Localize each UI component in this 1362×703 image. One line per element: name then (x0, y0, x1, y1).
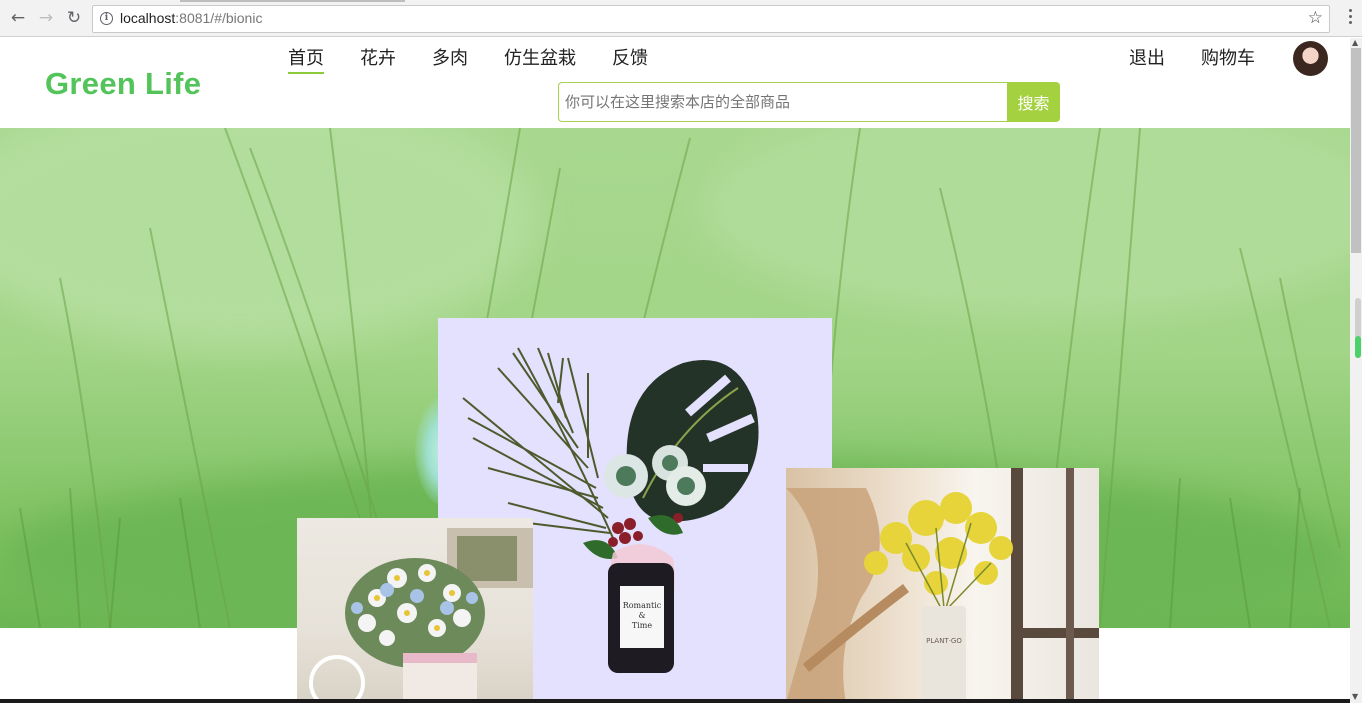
scrollbar-thumb[interactable] (1351, 48, 1361, 253)
user-nav: 退出 购物车 (1129, 44, 1291, 70)
cart-link[interactable]: 购物车 (1201, 44, 1255, 70)
nav-item-bionic-plants[interactable]: 仿生盆栽 (504, 44, 576, 74)
nav-item-feedback[interactable]: 反馈 (612, 44, 648, 74)
scroll-down-icon[interactable]: ▼ (1352, 692, 1358, 701)
info-icon[interactable]: i (100, 12, 113, 25)
site-logo[interactable]: Green Life (45, 66, 201, 102)
star-icon[interactable]: ☆ (1308, 8, 1323, 28)
avatar[interactable] (1293, 41, 1328, 76)
bottle-label-line3: Time (632, 621, 652, 630)
vase-text: PLANT·GO (926, 637, 962, 645)
main-nav: 首页 花卉 多肉 仿生盆栽 反馈 (288, 44, 684, 74)
nav-item-succulents[interactable]: 多肉 (432, 44, 468, 74)
search-input[interactable] (558, 82, 1008, 122)
bottle-label-line1: Romantic (623, 601, 662, 610)
scroll-up-icon[interactable]: ▲ (1352, 38, 1358, 47)
arrow-left-icon[interactable]: ← (8, 8, 28, 28)
logout-link[interactable]: 退出 (1129, 44, 1165, 70)
side-indicator (1355, 298, 1361, 358)
url-text[interactable]: localhost:8081/#/bionic (120, 10, 262, 26)
nav-item-flowers[interactable]: 花卉 (360, 44, 396, 74)
search-bar: 搜索 (558, 82, 1060, 122)
tab-strip-edge (180, 0, 405, 2)
arrow-right-icon[interactable]: → (36, 8, 56, 28)
product-image-yellow-flowers[interactable]: PLANT·GO (786, 468, 1099, 703)
reload-icon[interactable]: ↻ (64, 8, 84, 28)
product-image-daisies[interactable] (297, 518, 533, 703)
nav-item-home[interactable]: 首页 (288, 44, 324, 74)
page-scrollbar[interactable]: ▲ ▼ (1350, 38, 1362, 703)
url-host: localhost (120, 10, 176, 26)
taskbar-edge (0, 699, 1350, 703)
search-button[interactable]: 搜索 (1007, 82, 1060, 122)
bottle-label-line2: & (638, 611, 645, 620)
address-bar[interactable]: i localhost:8081/#/bionic ☆ (92, 5, 1330, 33)
yellow-flowers-illustration: PLANT·GO (786, 468, 1099, 703)
daisy-basket-illustration (309, 528, 533, 703)
url-path: :8081/#/bionic (175, 10, 263, 26)
browser-toolbar: ← → ↻ i localhost:8081/#/bionic ☆ (0, 0, 1362, 37)
site-header: Green Life 首页 花卉 多肉 仿生盆栽 反馈 退出 购物车 搜索 (0, 38, 1350, 128)
more-vertical-icon[interactable] (1349, 9, 1353, 27)
